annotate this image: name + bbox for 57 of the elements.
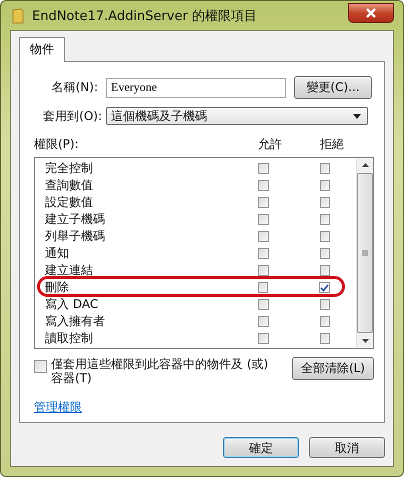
allow-checkbox[interactable] [258, 180, 269, 191]
deny-checkbox[interactable] [320, 214, 330, 225]
deny-checkbox[interactable] [320, 299, 330, 310]
allow-checkbox[interactable] [258, 299, 269, 310]
scroll-down-icon[interactable] [362, 339, 368, 343]
allow-checkbox[interactable] [258, 333, 269, 344]
apply-only-checkbox[interactable] [34, 360, 47, 373]
permission-name: 建立連結 [45, 262, 94, 279]
permission-name: 寫入擁有者 [45, 313, 106, 330]
allow-checkbox[interactable] [258, 214, 269, 225]
permission-name: 通知 [45, 245, 70, 262]
allow-checkbox[interactable] [258, 248, 269, 259]
permission-name: 建立子機碼 [45, 211, 106, 228]
allow-checkbox[interactable] [258, 163, 269, 174]
deny-checkbox[interactable] [320, 163, 330, 174]
deny-checkbox[interactable] [320, 248, 330, 259]
close-icon [365, 8, 377, 18]
deny-checkbox[interactable] [320, 231, 330, 242]
apply-only-label: 僅套用這些權限到此容器中的物件及 (或) 容器(T) [51, 357, 270, 385]
name-field[interactable]: Everyone [106, 78, 286, 98]
folder-icon [12, 8, 24, 24]
manage-permissions-link[interactable]: 管理權限 [34, 399, 82, 416]
permission-name: 讀取控制 [45, 330, 94, 347]
apply-to-dropdown[interactable]: 這個機碼及子機碼 [106, 107, 368, 125]
window-title: EndNote17.AddinServer 的權限項目 [32, 8, 257, 24]
scrollbar[interactable] [356, 158, 373, 348]
clear-all-button[interactable]: 全部清除(L) [292, 357, 374, 380]
allow-checkbox[interactable] [258, 231, 269, 242]
permission-name: 寫入 DAC [45, 296, 100, 313]
column-header: 拒絕 [319, 136, 345, 153]
permission-name: 設定數值 [45, 194, 94, 211]
deny-checkbox[interactable] [319, 282, 330, 293]
dialog-button[interactable]: 確定 [223, 437, 299, 458]
apply-to-label: 套用到(O): [42, 108, 102, 124]
deny-checkbox[interactable] [320, 197, 330, 208]
deny-checkbox[interactable] [320, 333, 330, 344]
permission-name: 查詢數值 [45, 177, 94, 194]
permission-name: 完全控制 [45, 160, 94, 177]
grip-icon [362, 250, 368, 256]
deny-checkbox[interactable] [320, 265, 330, 276]
allow-checkbox[interactable] [258, 197, 269, 208]
permissions-label: 權限(P): [34, 136, 80, 153]
allow-checkbox[interactable] [258, 282, 268, 293]
scroll-up-icon[interactable] [362, 163, 368, 167]
allow-checkbox[interactable] [258, 316, 269, 327]
close-button[interactable] [348, 3, 394, 23]
permission-name: 列舉子機碼 [45, 228, 106, 245]
deny-checkbox[interactable] [320, 316, 330, 327]
name-label: 名稱(N): [50, 79, 98, 96]
dropdown-arrow-icon [353, 114, 361, 118]
dialog-button[interactable]: 取消 [309, 437, 385, 458]
tab[interactable]: 物件 [19, 37, 65, 62]
deny-checkbox[interactable] [320, 180, 330, 191]
column-header: 允許 [257, 136, 283, 153]
permission-name: 刪除 [45, 279, 70, 296]
change-button[interactable]: 變更(C)... [294, 76, 372, 99]
allow-checkbox[interactable] [258, 265, 269, 276]
